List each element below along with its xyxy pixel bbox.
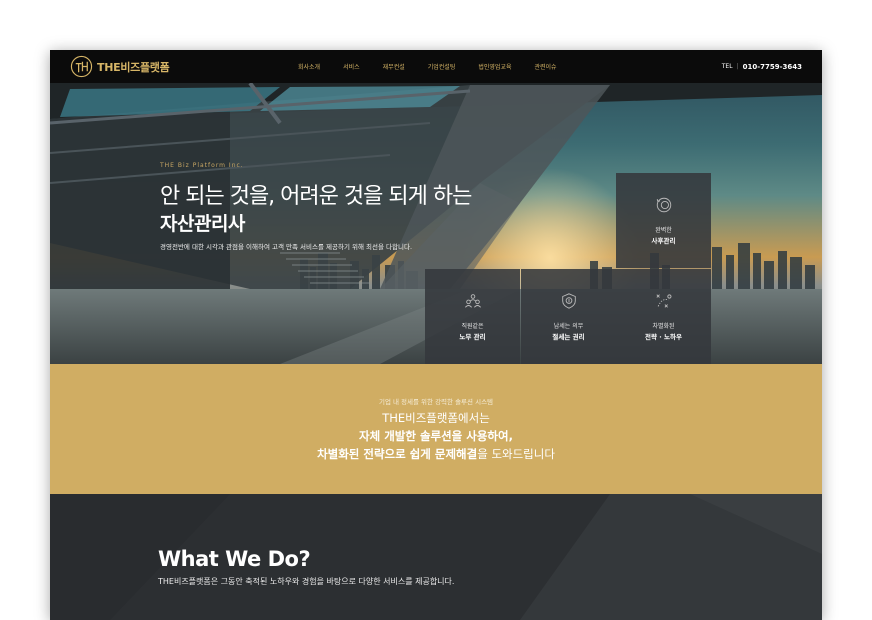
- solution-line3-rest: 을 도와드립니다: [477, 447, 555, 461]
- people-icon: [464, 293, 481, 308]
- service-card-labor[interactable]: 직원같은 노무 관리: [425, 269, 520, 364]
- money-shield-icon: [561, 292, 576, 309]
- nav-item-company[interactable]: 회사소개: [298, 62, 320, 71]
- nav-item-education[interactable]: 법인영업교육: [478, 62, 511, 71]
- card-line1: 납세는 의무: [553, 322, 584, 330]
- strategy-icon: [655, 293, 671, 308]
- nav-item-issues[interactable]: 관련이슈: [534, 62, 556, 71]
- logo[interactable]: THE비즈플랫폼: [70, 55, 170, 78]
- card-line2: 노무 관리: [459, 332, 486, 341]
- solution-band: 기업 내 정세를 위한 강력한 솔루션 시스템 THE비즈플랫폼에서는 자체 개…: [50, 364, 822, 494]
- solution-line3: 차별화된 전략으로 쉽게 문제해결을 도와드립니다: [50, 446, 822, 462]
- solution-line3-bold: 차별화된 전략으로 쉽게 문제해결: [317, 447, 478, 461]
- card-line1: 완벽한: [655, 226, 672, 234]
- tel-label: TEL: [721, 63, 733, 70]
- tel-number[interactable]: 010-7759-3643: [743, 63, 802, 71]
- main-nav: 회사소개 서비스 재무컨설 기업컨설팅 법인영업교육 관련이슈: [298, 50, 580, 83]
- service-card-aftercare[interactable]: 완벽한 사후관리: [616, 173, 711, 268]
- nav-item-finance[interactable]: 재무컨설: [383, 62, 405, 71]
- service-card-tax[interactable]: 납세는 의무 절세는 권리: [521, 269, 616, 364]
- card-line2: 전략 · 노하우: [645, 332, 682, 341]
- what-we-do-title: What We Do?: [158, 547, 311, 571]
- hero-description: 경영전반에 대한 시각과 관점을 이해하여 고객 만족 서비스를 제공하기 위해…: [160, 243, 413, 251]
- nav-item-consulting[interactable]: 기업컨설팅: [428, 62, 456, 71]
- hero-subtitle: 자산관리사: [160, 213, 245, 235]
- card-line2: 사후관리: [651, 236, 676, 245]
- solution-line2: 자체 개발한 솔루션을 사용하여,: [50, 428, 822, 444]
- solution-line2-text: 자체 개발한 솔루션을 사용하여,: [359, 429, 513, 443]
- hero-section: THE Biz Platform Inc. 안 되는 것을, 어려운 것을 되게…: [50, 83, 822, 364]
- solution-line1: THE비즈플랫폼에서는: [382, 411, 490, 425]
- what-we-do-section: What We Do? THE비즈플랫폼은 그동안 축적된 노하우와 경험을 바…: [50, 494, 822, 620]
- nav-item-service[interactable]: 서비스: [343, 62, 360, 71]
- service-card-strategy[interactable]: 차별화된 전략 · 노하우: [616, 269, 711, 364]
- card-line1: 직원같은: [461, 322, 484, 330]
- logo-mark-icon: [70, 55, 93, 78]
- hero-eyebrow: THE Biz Platform Inc.: [160, 162, 244, 169]
- what-we-do-description: THE비즈플랫폼은 그동안 축적된 노하우와 경험을 바탕으로 다양한 서비스를…: [158, 577, 455, 586]
- logo-text: THE비즈플랫폼: [97, 60, 170, 74]
- card-line1: 차별화된: [652, 322, 675, 330]
- tel-divider: |: [736, 63, 739, 70]
- coin-cycle-icon: [656, 197, 671, 212]
- site-header: THE비즈플랫폼 회사소개 서비스 재무컨설 기업컨설팅 법인영업교육 관련이슈…: [50, 50, 822, 83]
- hero-title: 안 되는 것을, 어려운 것을 되게 하는: [160, 184, 472, 209]
- card-line2: 절세는 권리: [552, 332, 585, 341]
- solution-eyebrow: 기업 내 정세를 위한 강력한 솔루션 시스템: [378, 398, 494, 406]
- header-tel: TEL | 010-7759-3643: [722, 50, 802, 83]
- website-frame: THE비즈플랫폼 회사소개 서비스 재무컨설 기업컨설팅 법인영업교육 관련이슈…: [50, 50, 822, 620]
